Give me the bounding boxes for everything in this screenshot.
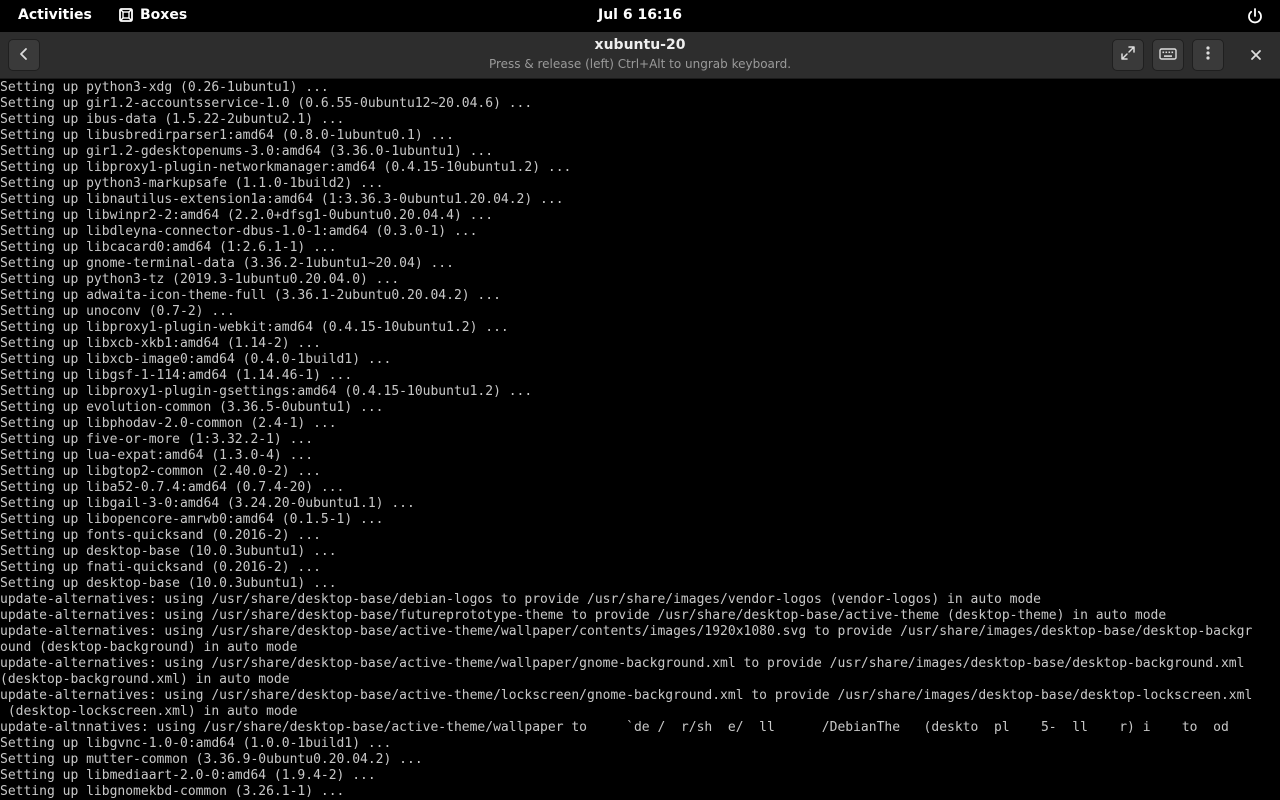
keyboard-icon: [1159, 46, 1177, 65]
menu-button[interactable]: [1192, 39, 1224, 71]
terminal-line: Setting up gir1.2-gdesktopenums-3.0:amd6…: [0, 144, 494, 159]
power-icon[interactable]: [1246, 7, 1264, 25]
header-bar: xubuntu-20 Press & release (left) Ctrl+A…: [0, 32, 1280, 79]
kebab-menu-icon: [1205, 45, 1211, 65]
terminal-line: Setting up mutter-common (3.36.9-0ubuntu…: [0, 752, 423, 767]
terminal-line: (desktop-lockscreen.xml) in auto mode: [0, 704, 298, 719]
terminal-line: Setting up five-or-more (1:3.32.2-1) ...: [0, 432, 314, 447]
close-button[interactable]: [1240, 39, 1272, 71]
terminal-line: Setting up adwaita-icon-theme-full (3.36…: [0, 288, 501, 303]
keyboard-button[interactable]: [1152, 39, 1184, 71]
terminal-line: Setting up libxcb-xkb1:amd64 (1.14-2) ..…: [0, 336, 321, 351]
window-subtitle: Press & release (left) Ctrl+Alt to ungra…: [488, 57, 792, 71]
terminal-line: update-altnnatives: using /usr/share/des…: [0, 720, 1229, 735]
terminal-line: Setting up libproxy1-plugin-webkit:amd64…: [0, 320, 509, 335]
terminal-line: Setting up libxcb-image0:amd64 (0.4.0-1b…: [0, 352, 392, 367]
close-icon: [1250, 46, 1262, 65]
terminal-line: Setting up libgsf-1-114:amd64 (1.14.46-1…: [0, 368, 353, 383]
terminal-line: update-alternatives: using /usr/share/de…: [0, 624, 1253, 639]
app-menu[interactable]: Boxes: [118, 7, 187, 23]
terminal-line: ound (desktop-background) in auto mode: [0, 640, 298, 655]
terminal-line: Setting up libgtop2-common (2.40.0-2) ..…: [0, 464, 321, 479]
boxes-app-icon: [118, 7, 134, 23]
terminal-line: Setting up fnati-quicksand (0.2016-2) ..…: [0, 560, 321, 575]
terminal-line: Setting up desktop-base (10.0.3ubuntu1) …: [0, 544, 337, 559]
terminal-line: update-alternatives: using /usr/share/de…: [0, 688, 1253, 703]
terminal-line: Setting up gnome-terminal-data (3.36.2-1…: [0, 256, 454, 271]
terminal-line: Setting up libopencore-amrwb0:amd64 (0.1…: [0, 512, 384, 527]
terminal-line: Setting up ibus-data (1.5.22-2ubuntu2.1)…: [0, 112, 345, 127]
window-title: xubuntu-20: [594, 37, 686, 53]
activities-button[interactable]: Activities: [18, 7, 92, 23]
clock[interactable]: Jul 6 16:16: [598, 7, 682, 23]
terminal-line: Setting up fonts-quicksand (0.2016-2) ..…: [0, 528, 321, 543]
terminal-line: Setting up unoconv (0.7-2) ...: [0, 304, 235, 319]
terminal-line: Setting up libnautilus-extension1a:amd64…: [0, 192, 564, 207]
terminal-line: Setting up liba52-0.7.4:amd64 (0.7.4-20)…: [0, 480, 345, 495]
terminal-line: update-alternatives: using /usr/share/de…: [0, 592, 1041, 607]
terminal-line: Setting up libmediaart-2.0-0:amd64 (1.9.…: [0, 768, 376, 783]
vm-console-terminal[interactable]: Setting up python3-xdg (0.26-1ubuntu1) .…: [0, 80, 1280, 800]
terminal-line: Setting up libusbredirparser1:amd64 (0.8…: [0, 128, 454, 143]
terminal-line: Setting up gir1.2-accountsservice-1.0 (0…: [0, 96, 533, 111]
terminal-line: Setting up evolution-common (3.36.5-0ubu…: [0, 400, 384, 415]
fullscreen-icon: [1120, 45, 1136, 65]
terminal-line: Setting up libdleyna-connector-dbus-1.0-…: [0, 224, 478, 239]
terminal-line: update-alternatives: using /usr/share/de…: [0, 608, 1167, 623]
terminal-line: Setting up libproxy1-plugin-networkmanag…: [0, 160, 572, 175]
terminal-line: update-alternatives: using /usr/share/de…: [0, 656, 1245, 671]
terminal-line: Setting up libphodav-2.0-common (2.4-1) …: [0, 416, 337, 431]
terminal-line: Setting up python3-tz (2019.3-1ubuntu0.2…: [0, 272, 400, 287]
fullscreen-button[interactable]: [1112, 39, 1144, 71]
terminal-line: (desktop-background.xml) in auto mode: [0, 672, 290, 687]
terminal-line: Setting up libcacard0:amd64 (1:2.6.1-1) …: [0, 240, 337, 255]
terminal-line: Setting up libproxy1-plugin-gsettings:am…: [0, 384, 533, 399]
app-menu-label: Boxes: [140, 7, 188, 23]
terminal-line: Setting up desktop-base (10.0.3ubuntu1) …: [0, 576, 337, 591]
terminal-line: Setting up libgail-3-0:amd64 (3.24.20-0u…: [0, 496, 415, 511]
terminal-line: Setting up libwinpr2-2:amd64 (2.2.0+dfsg…: [0, 208, 494, 223]
terminal-line: Setting up libgnomekbd-common (3.26.1-1)…: [0, 784, 345, 799]
terminal-line: Setting up libgvnc-1.0-0:amd64 (1.0.0-1b…: [0, 736, 392, 751]
terminal-line: Setting up python3-xdg (0.26-1ubuntu1) .…: [0, 80, 329, 95]
terminal-line: Setting up lua-expat:amd64 (1.3.0-4) ...: [0, 448, 314, 463]
top-bar: Activities Boxes Jul 6 16:16: [0, 0, 1280, 32]
terminal-line: Setting up python3-markupsafe (1.1.0-1bu…: [0, 176, 384, 191]
